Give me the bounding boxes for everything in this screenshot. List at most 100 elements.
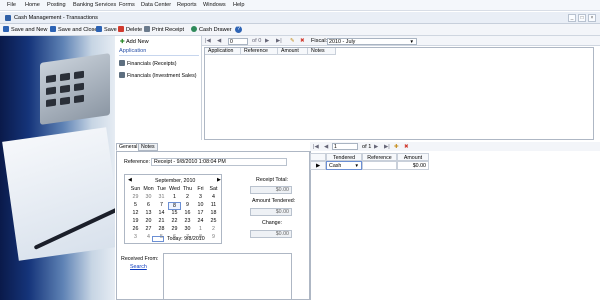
menu-help[interactable]: Help xyxy=(233,2,245,8)
last-record-button[interactable]: ▶| xyxy=(276,38,282,44)
prev-record-button[interactable]: ◀ xyxy=(217,38,221,44)
first-record-button[interactable]: |◀ xyxy=(205,38,211,44)
help-button[interactable]: ? xyxy=(235,26,242,33)
search-link[interactable]: Search xyxy=(130,264,147,270)
add-new-button[interactable]: ✚ Add New xyxy=(120,39,149,45)
column-header-reference[interactable]: Reference xyxy=(241,48,278,55)
calendar-next-button[interactable]: ▶ xyxy=(217,178,221,183)
maximize-button[interactable]: □ xyxy=(578,14,586,22)
calendar-day[interactable]: 1 xyxy=(194,226,207,232)
app-item-financials-receipts[interactable]: Financials (Receipts) xyxy=(119,60,176,67)
calendar-day[interactable]: 9 xyxy=(181,202,194,208)
calendar-day[interactable]: 15 xyxy=(168,210,181,216)
calendar-day[interactable]: 23 xyxy=(181,218,194,224)
fiscal-select[interactable]: 2010 - July ▼ xyxy=(327,38,417,45)
close-button[interactable]: × xyxy=(588,14,596,22)
column-header-amount[interactable]: Amount xyxy=(278,48,308,55)
menu-forms[interactable]: Forms xyxy=(119,2,135,8)
date-calendar[interactable]: ◀ September, 2010 ▶ Today: 9/8/2010 Sun M… xyxy=(124,174,222,244)
calendar-day[interactable]: 5 xyxy=(129,202,142,208)
delete-icon[interactable]: ✖ xyxy=(300,38,305,44)
menu-home[interactable]: Home xyxy=(25,2,40,8)
calendar-day[interactable]: 30 xyxy=(181,226,194,232)
menu-file[interactable]: File xyxy=(7,2,16,8)
calendar-day[interactable]: 27 xyxy=(142,226,155,232)
calendar-day[interactable]: 24 xyxy=(194,218,207,224)
tender-page-input[interactable]: 1 xyxy=(332,143,358,150)
calendar-day[interactable]: 2 xyxy=(207,226,220,232)
menu-data-center[interactable]: Data Center xyxy=(141,2,171,8)
app-item-financials-investment-sales[interactable]: Financials (Investment Sales) xyxy=(119,72,196,79)
calendar-day[interactable]: 19 xyxy=(129,218,142,224)
received-from-textarea[interactable] xyxy=(163,253,292,300)
delete-tender-icon[interactable]: ✖ xyxy=(404,144,409,150)
calendar-day[interactable]: 3 xyxy=(129,234,142,240)
menu-posting[interactable]: Posting xyxy=(47,2,66,8)
calendar-day[interactable]: 17 xyxy=(194,210,207,216)
column-header-application[interactable]: Application xyxy=(205,48,241,55)
calendar-day[interactable]: 7 xyxy=(181,234,194,240)
first-tender-button[interactable]: |◀ xyxy=(313,144,319,150)
calendar-day[interactable]: 12 xyxy=(129,210,142,216)
calendar-day[interactable]: 26 xyxy=(129,226,142,232)
calendar-day[interactable]: 6 xyxy=(168,234,181,240)
menu-banking-services[interactable]: Banking Services xyxy=(73,2,116,8)
calendar-day[interactable]: 30 xyxy=(142,194,155,200)
calendar-day[interactable]: 2 xyxy=(181,194,194,200)
save-icon xyxy=(96,26,102,32)
tab-general[interactable]: General xyxy=(116,143,141,151)
reference-cell[interactable] xyxy=(362,161,397,170)
calendar-day[interactable]: 5 xyxy=(155,234,168,240)
calendar-prev-button[interactable]: ◀ xyxy=(128,178,132,183)
reference-field[interactable]: Receipt - 9/8/2010 1:08:04 PM xyxy=(151,158,287,166)
cash-drawer-button[interactable]: Cash Drawer xyxy=(191,26,232,33)
amount-cell[interactable]: $0.00 xyxy=(397,161,429,170)
column-header-notes[interactable]: Notes xyxy=(308,48,336,55)
minimize-button[interactable]: _ xyxy=(568,14,576,22)
calendar-day[interactable]: 3 xyxy=(194,194,207,200)
calendar-day[interactable]: 29 xyxy=(129,194,142,200)
menu-windows[interactable]: Windows xyxy=(203,2,226,8)
prev-tender-button[interactable]: ◀ xyxy=(324,144,328,150)
column-header-reference[interactable]: Reference xyxy=(362,153,397,161)
print-receipt-button[interactable]: Print Receipt xyxy=(144,26,184,33)
column-header-tendered[interactable]: Tendered xyxy=(326,153,362,161)
calendar-day[interactable]: 6 xyxy=(142,202,155,208)
calendar-day[interactable]: 13 xyxy=(142,210,155,216)
calendar-day[interactable]: 4 xyxy=(142,234,155,240)
menu-reports[interactable]: Reports xyxy=(177,2,197,8)
calendar-day[interactable]: 29 xyxy=(168,226,181,232)
calendar-day[interactable]: 16 xyxy=(181,210,194,216)
page-number-input[interactable]: 0 xyxy=(228,38,248,45)
save-and-new-button[interactable]: Save and New xyxy=(3,26,47,33)
application-header: Application xyxy=(119,48,199,56)
calendar-day[interactable]: 10 xyxy=(194,202,207,208)
add-tender-icon[interactable]: ✚ xyxy=(394,144,399,150)
calendar-day[interactable]: 18 xyxy=(207,210,220,216)
delete-button[interactable]: Delete xyxy=(118,26,142,33)
calendar-day[interactable]: 11 xyxy=(207,202,220,208)
calendar-day[interactable]: 28 xyxy=(155,226,168,232)
calendar-day[interactable]: 20 xyxy=(142,218,155,224)
tab-notes[interactable]: Notes xyxy=(138,143,158,151)
calendar-day[interactable]: 21 xyxy=(155,218,168,224)
calendar-day[interactable]: 7 xyxy=(155,202,168,208)
transactions-grid[interactable]: Application Reference Amount Notes xyxy=(204,47,594,140)
column-header-amount[interactable]: Amount xyxy=(397,153,429,161)
last-tender-button[interactable]: ▶| xyxy=(384,144,390,150)
edit-icon[interactable]: ✎ xyxy=(290,38,295,44)
save-and-close-button[interactable]: Save and Close xyxy=(50,26,98,33)
calendar-day[interactable]: 14 xyxy=(155,210,168,216)
calendar-day[interactable]: 22 xyxy=(168,218,181,224)
next-tender-button[interactable]: ▶ xyxy=(374,144,378,150)
calendar-day[interactable]: 8 xyxy=(168,202,181,210)
calendar-day[interactable]: 1 xyxy=(168,194,181,200)
save-button[interactable]: Save xyxy=(96,26,117,33)
calendar-day[interactable]: 8 xyxy=(194,234,207,240)
calendar-day[interactable]: 31 xyxy=(155,194,168,200)
calendar-day[interactable]: 4 xyxy=(207,194,220,200)
tendered-select[interactable]: Cash ▼ xyxy=(326,161,362,170)
calendar-day[interactable]: 25 xyxy=(207,218,220,224)
next-record-button[interactable]: ▶ xyxy=(265,38,269,44)
calendar-day[interactable]: 9 xyxy=(207,234,220,240)
